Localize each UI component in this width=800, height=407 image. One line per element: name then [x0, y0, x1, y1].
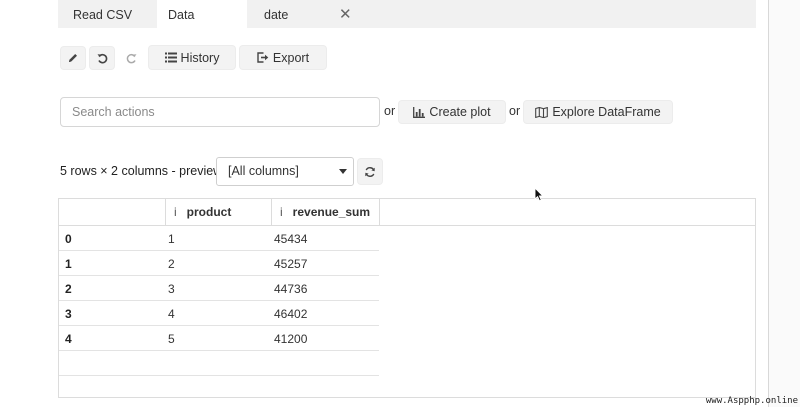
pencil-icon — [67, 52, 79, 64]
row-index: 1 — [65, 257, 72, 271]
tab-date[interactable]: date — [264, 0, 344, 28]
tab-bar: Read CSV Data date ✕ — [58, 0, 756, 28]
preview-info: 5 rows × 2 columns - preview — [60, 164, 223, 178]
or-text: or — [384, 104, 396, 118]
map-icon — [535, 106, 549, 118]
close-tab-icon[interactable]: ✕ — [339, 0, 352, 28]
table-row[interactable]: 0 1 45434 — [59, 226, 379, 251]
tab-data[interactable]: Data — [157, 0, 247, 28]
row-index: 2 — [65, 282, 72, 296]
revenue-sum-cell: 45257 — [274, 257, 308, 271]
data-grid: i product i revenue_sum 0 1 45434 1 2 4525… — [58, 198, 756, 398]
history-button[interactable]: History — [148, 45, 236, 70]
column-select-value: [All columns] — [228, 164, 299, 178]
column-header-product[interactable]: i product — [166, 199, 272, 225]
table-row[interactable]: 1 2 45257 — [59, 251, 379, 276]
history-label: History — [180, 50, 220, 65]
product-cell: 1 — [168, 232, 175, 246]
or-text: or — [509, 104, 521, 118]
search-actions-input[interactable] — [60, 97, 380, 127]
revenue-sum-cell: 44736 — [274, 282, 308, 296]
bar-chart-icon — [413, 106, 426, 118]
column-type: i — [280, 205, 283, 219]
product-cell: 3 — [168, 282, 175, 296]
revenue-sum-cell: 46402 — [274, 307, 308, 321]
row-index: 0 — [65, 232, 72, 246]
table-row-empty — [59, 351, 379, 376]
redo-icon — [125, 52, 138, 65]
tab-label: Read CSV — [73, 8, 133, 22]
row-index: 4 — [65, 332, 72, 346]
explore-dataframe-button[interactable]: Explore DataFrame — [523, 100, 673, 124]
column-name: product — [186, 205, 232, 219]
edit-button[interactable] — [60, 46, 86, 70]
grid-header: i product i revenue_sum — [59, 199, 755, 226]
create-plot-label: Create plot — [429, 105, 491, 119]
refresh-icon — [364, 166, 376, 178]
column-header-revenue-sum[interactable]: i revenue_sum — [272, 199, 380, 225]
row-index: 3 — [65, 307, 72, 321]
table-row[interactable]: 4 5 41200 — [59, 326, 379, 351]
tab-label: date — [264, 8, 289, 22]
index-header — [59, 199, 166, 225]
create-plot-button[interactable]: Create plot — [398, 100, 506, 124]
watermark: www.Aspphp.online — [705, 396, 798, 406]
product-cell: 2 — [168, 257, 175, 271]
export-icon — [257, 52, 269, 63]
column-select[interactable]: [All columns] — [216, 157, 354, 186]
explore-label: Explore DataFrame — [552, 105, 661, 119]
list-icon — [164, 52, 177, 63]
revenue-sum-cell: 41200 — [274, 332, 308, 346]
chevron-down-icon — [339, 169, 347, 174]
export-button[interactable]: Export — [239, 45, 327, 70]
refresh-button[interactable] — [357, 158, 383, 185]
product-cell: 4 — [168, 307, 175, 321]
revenue-sum-cell: 45434 — [274, 232, 308, 246]
column-name: revenue_sum — [292, 205, 371, 219]
undo-icon — [96, 52, 109, 65]
product-cell: 5 — [168, 332, 175, 346]
right-gutter — [769, 0, 800, 407]
tab-label: Data — [168, 8, 195, 22]
redo-button[interactable] — [118, 46, 144, 70]
table-row[interactable]: 2 3 44736 — [59, 276, 379, 301]
export-label: Export — [272, 50, 310, 65]
undo-button[interactable] — [89, 46, 115, 70]
column-type: i — [174, 205, 177, 219]
tab-read-csv[interactable]: Read CSV — [58, 0, 156, 28]
mouse-cursor-icon — [534, 186, 544, 207]
table-row[interactable]: 3 4 46402 — [59, 301, 379, 326]
